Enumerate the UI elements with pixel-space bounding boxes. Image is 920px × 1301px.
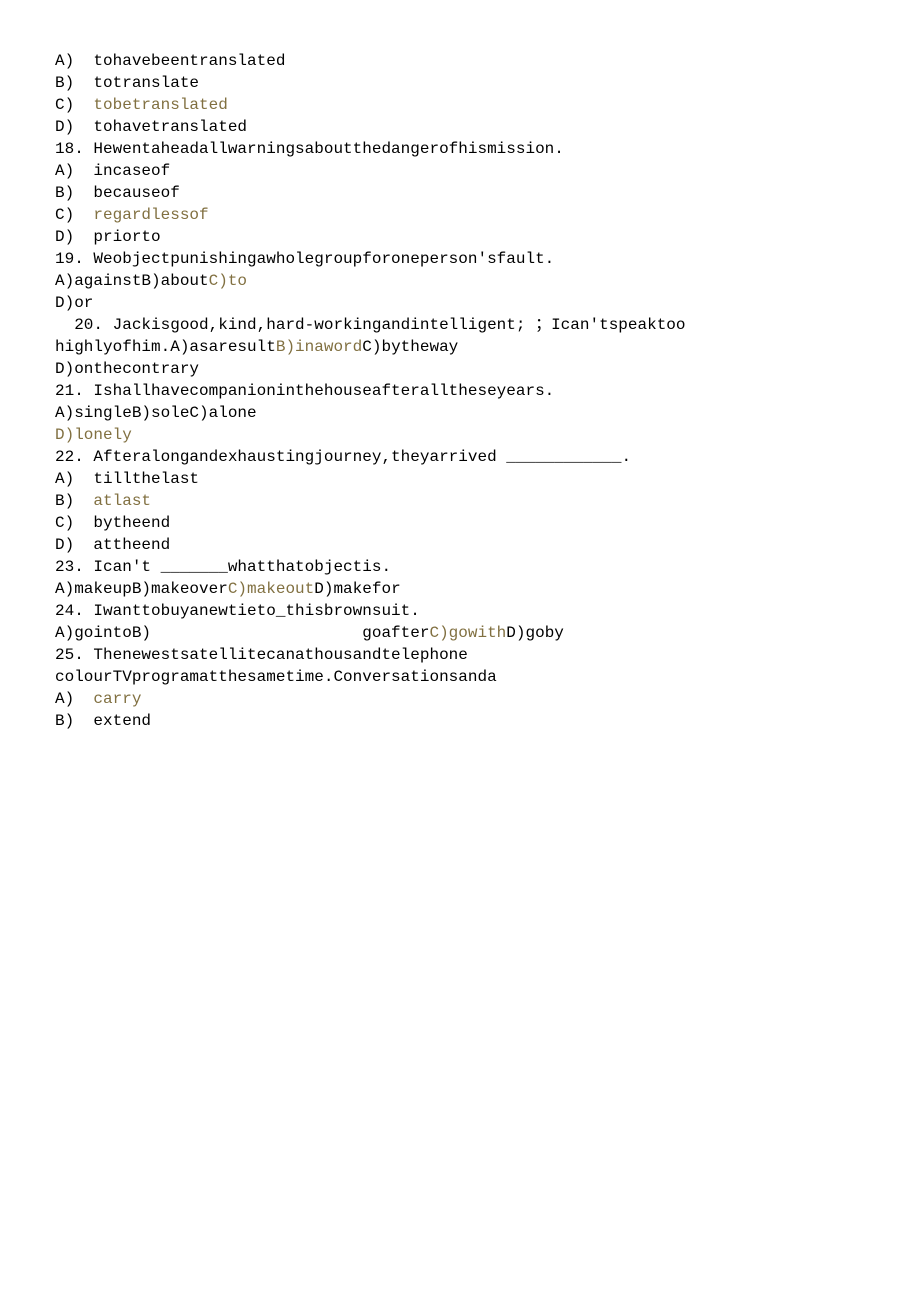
text-line: D)or	[55, 292, 920, 314]
text-line: 22. Afteralongandexhaustingjourney,theya…	[55, 446, 920, 468]
plain-text: 18. Hewentaheadallwarningsaboutthedanger…	[55, 140, 564, 158]
plain-text: 25. Thenewestsatellitecanathousandteleph…	[55, 646, 468, 664]
text-line: colourTVprogramatthesametime.Conversatio…	[55, 666, 920, 688]
text-line: D) tohavetranslated	[55, 116, 920, 138]
highlighted-text: regardlessof	[93, 206, 208, 224]
plain-text: A)gointoB) goafter	[55, 624, 429, 642]
text-line: A) tohavebeentranslated	[55, 50, 920, 72]
plain-text: A) tohavebeentranslated	[55, 52, 285, 70]
plain-text: A)singleB)soleC)alone	[55, 404, 257, 422]
highlighted-text: C)to	[209, 272, 247, 290]
text-line: A) incaseof	[55, 160, 920, 182]
plain-text: D) priorto	[55, 228, 161, 246]
plain-text: B) becauseof	[55, 184, 180, 202]
plain-text: D)makefor	[314, 580, 400, 598]
plain-text: D)goby	[506, 624, 564, 642]
plain-text: A)makeupB)makeover	[55, 580, 228, 598]
plain-text: D) attheend	[55, 536, 170, 554]
plain-text: C)bytheway	[362, 338, 458, 356]
highlighted-text: atlast	[93, 492, 151, 510]
text-line: 24. Iwanttobuyanewtieto_thisbrownsuit.	[55, 600, 920, 622]
plain-text: 22. Afteralongandexhaustingjourney,theya…	[55, 448, 631, 466]
plain-text: C)	[55, 206, 93, 224]
plain-text: highlyofhim.A)asaresult	[55, 338, 276, 356]
text-line: D) priorto	[55, 226, 920, 248]
text-line: A)makeupB)makeoverC)makeoutD)makefor	[55, 578, 920, 600]
text-line: A)singleB)soleC)alone	[55, 402, 920, 424]
text-line: highlyofhim.A)asaresultB)inawordC)bythew…	[55, 336, 920, 358]
plain-text: 19. Weobjectpunishingawholegroupforonepe…	[55, 250, 554, 268]
plain-text: D)or	[55, 294, 93, 312]
text-line: C) tobetranslated	[55, 94, 920, 116]
text-line: A) tillthelast	[55, 468, 920, 490]
document-body: A) tohavebeentranslated B) totranslate C) …	[55, 50, 920, 732]
text-line: 18. Hewentaheadallwarningsaboutthedanger…	[55, 138, 920, 160]
plain-text: B)	[55, 492, 93, 510]
text-line: 21. Ishallhavecompanioninthehouseafteral…	[55, 380, 920, 402]
plain-text: A) tillthelast	[55, 470, 199, 488]
plain-text: 23. Ican't _______whatthatobjectis.	[55, 558, 391, 576]
text-line: 20. Jackisgood,kind,hard-workingandintel…	[55, 314, 920, 336]
highlighted-text: C)gowith	[429, 624, 506, 642]
plain-text: C) bytheend	[55, 514, 170, 532]
text-line: 25. Thenewestsatellitecanathousandteleph…	[55, 644, 920, 666]
plain-text: B) totranslate	[55, 74, 199, 92]
highlighted-text: carry	[93, 690, 141, 708]
text-line: C) bytheend	[55, 512, 920, 534]
text-line: A)gointoB) goafterC)gowithD)goby	[55, 622, 920, 644]
text-line: B) totranslate	[55, 72, 920, 94]
text-line: 19. Weobjectpunishingawholegroupforonepe…	[55, 248, 920, 270]
plain-text: C)	[55, 96, 93, 114]
text-line: D)onthecontrary	[55, 358, 920, 380]
text-line: B) atlast	[55, 490, 920, 512]
text-line: C) regardlessof	[55, 204, 920, 226]
plain-text: D) tohavetranslated	[55, 118, 247, 136]
plain-text: A) incaseof	[55, 162, 170, 180]
text-line: 23. Ican't _______whatthatobjectis.	[55, 556, 920, 578]
highlighted-text: C)makeout	[228, 580, 314, 598]
plain-text: 24. Iwanttobuyanewtieto_thisbrownsuit.	[55, 602, 420, 620]
text-line: D) attheend	[55, 534, 920, 556]
text-line: D)lonely	[55, 424, 920, 446]
text-line: A) carry	[55, 688, 920, 710]
highlighted-text: tobetranslated	[93, 96, 227, 114]
plain-text: 21. Ishallhavecompanioninthehouseafteral…	[55, 382, 554, 400]
plain-text: B) extend	[55, 712, 151, 730]
text-line: A)againstB)aboutC)to	[55, 270, 920, 292]
plain-text: 20. Jackisgood,kind,hard-workingandintel…	[55, 316, 686, 334]
highlighted-text: B)inaword	[276, 338, 362, 356]
plain-text: A)againstB)about	[55, 272, 209, 290]
plain-text: A)	[55, 690, 93, 708]
plain-text: colourTVprogramatthesametime.Conversatio…	[55, 668, 497, 686]
plain-text: D)onthecontrary	[55, 360, 199, 378]
text-line: B) extend	[55, 710, 920, 732]
text-line: B) becauseof	[55, 182, 920, 204]
highlighted-text: D)lonely	[55, 426, 132, 444]
